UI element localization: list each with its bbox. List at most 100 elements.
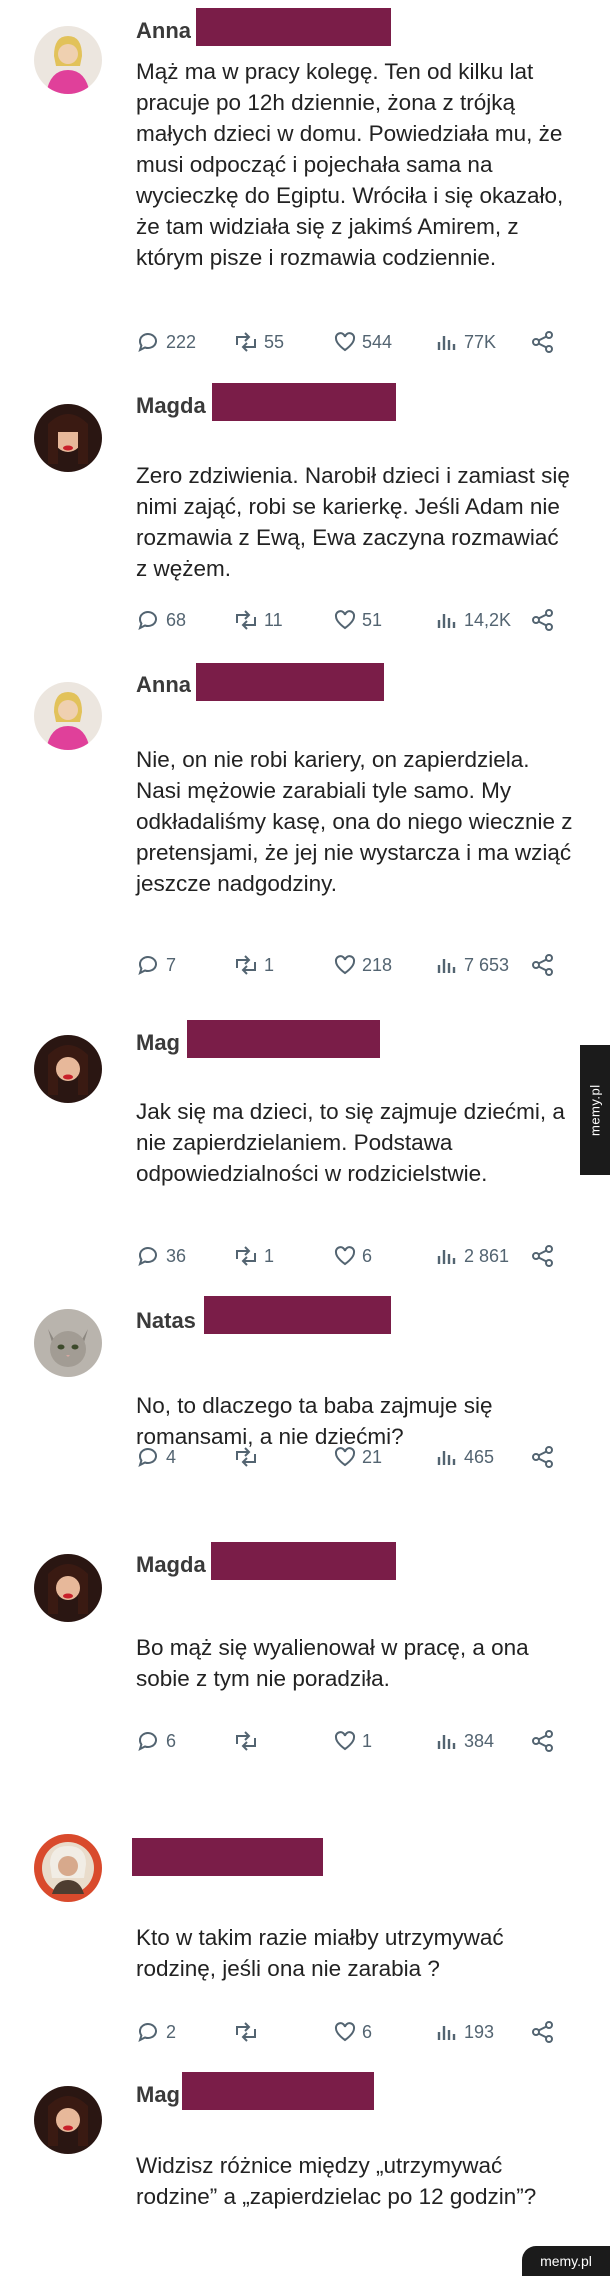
views-icon [434, 1244, 460, 1268]
post-text: Widzisz różnice między „utrzymywać rodzi… [136, 2153, 537, 2209]
reply-icon [136, 608, 162, 632]
author-name[interactable]: Anna [136, 672, 191, 698]
redaction-bar [212, 383, 396, 421]
share-button[interactable] [530, 1244, 556, 1268]
reply-button[interactable]: 68 [136, 608, 186, 632]
reply-count: 68 [166, 609, 187, 630]
avatar-anna[interactable] [34, 682, 102, 750]
share-button[interactable] [530, 2020, 556, 2044]
share-icon [530, 2020, 556, 2044]
avatar-portrait[interactable] [34, 1834, 102, 1902]
author-name[interactable]: Magda [136, 393, 206, 419]
reply-count: 222 [166, 331, 197, 352]
repost-button[interactable]: 1 [232, 1244, 274, 1268]
like-icon [332, 1729, 358, 1753]
reply-button[interactable]: 36 [136, 1244, 186, 1268]
post-actions: 6 1 384 [136, 1729, 566, 1757]
post-actions: 68 11 51 14,2K [136, 608, 566, 636]
like-button[interactable]: 21 [332, 1445, 382, 1469]
repost-icon [232, 330, 260, 354]
redaction-bar [196, 663, 384, 701]
post-text: Mąż ma w pracy kolegę. Ten od kilku lat … [136, 59, 564, 270]
avatar-anna[interactable] [34, 26, 102, 94]
post-actions: 222 55 544 77K [136, 330, 566, 358]
redaction-bar [182, 2072, 374, 2110]
reply-icon [136, 330, 162, 354]
reply-button[interactable]: 6 [136, 1729, 176, 1753]
avatar-mag[interactable] [34, 1035, 102, 1103]
repost-button[interactable] [232, 1445, 260, 1469]
repost-count: 1 [264, 954, 275, 975]
share-button[interactable] [530, 953, 556, 977]
views-count: 384 [464, 1730, 495, 1751]
share-button[interactable] [530, 330, 556, 354]
like-button[interactable]: 218 [332, 953, 392, 977]
repost-icon [232, 608, 260, 632]
views-icon [434, 1445, 460, 1469]
repost-icon [232, 1729, 260, 1753]
reply-button[interactable]: 4 [136, 1445, 176, 1469]
reply-button[interactable]: 7 [136, 953, 176, 977]
like-button[interactable]: 6 [332, 1244, 372, 1268]
redaction-bar [132, 1838, 323, 1876]
author-name[interactable]: Mag [136, 2082, 180, 2108]
like-button[interactable]: 1 [332, 1729, 372, 1753]
views-button[interactable]: 465 [434, 1445, 494, 1469]
avatar-magda[interactable] [34, 1554, 102, 1622]
repost-icon [232, 1244, 260, 1268]
like-icon [332, 1244, 358, 1268]
share-button[interactable] [530, 608, 556, 632]
like-count: 6 [362, 1245, 373, 1266]
like-button[interactable]: 6 [332, 2020, 372, 2044]
watermark-side: memy.pl [580, 1045, 610, 1175]
repost-button[interactable] [232, 1729, 260, 1753]
avatar-mag[interactable] [34, 2086, 102, 2154]
like-count: 218 [362, 954, 393, 975]
views-button[interactable]: 7 653 [434, 953, 509, 977]
views-count: 7 653 [464, 954, 510, 975]
views-button[interactable]: 384 [434, 1729, 494, 1753]
like-count: 1 [362, 1730, 373, 1751]
redaction-bar [196, 8, 391, 46]
like-count: 51 [362, 609, 383, 630]
reply-count: 36 [166, 1245, 187, 1266]
reply-icon [136, 2020, 162, 2044]
post-text: Zero zdziwienia. Narobił dzieci i zamias… [136, 463, 570, 581]
views-count: 77K [464, 331, 497, 352]
post-actions: 7 1 218 7 653 [136, 953, 566, 981]
redaction-bar [211, 1542, 396, 1580]
reply-button[interactable]: 2 [136, 2020, 176, 2044]
post-actions: 2 6 193 [136, 2020, 566, 2048]
share-button[interactable] [530, 1445, 556, 1469]
repost-button[interactable]: 11 [232, 608, 283, 632]
like-icon [332, 608, 358, 632]
share-icon [530, 1729, 556, 1753]
reply-icon [136, 953, 162, 977]
reply-button[interactable]: 222 [136, 330, 196, 354]
reply-icon [136, 1244, 162, 1268]
views-button[interactable]: 193 [434, 2020, 494, 2044]
author-name[interactable]: Magda [136, 1552, 206, 1578]
avatar-magda[interactable] [34, 404, 102, 472]
author-name[interactable]: Mag [136, 1030, 180, 1056]
repost-button[interactable]: 1 [232, 953, 274, 977]
author-name[interactable]: Anna [136, 18, 191, 44]
views-icon [434, 608, 460, 632]
like-button[interactable]: 51 [332, 608, 382, 632]
avatar-natas[interactable] [34, 1309, 102, 1377]
share-icon [530, 1445, 556, 1469]
repost-count: 1 [264, 1245, 275, 1266]
repost-button[interactable] [232, 2020, 260, 2044]
views-button[interactable]: 14,2K [434, 608, 511, 632]
repost-button[interactable]: 55 [232, 330, 284, 354]
like-button[interactable]: 544 [332, 330, 392, 354]
views-icon [434, 953, 460, 977]
post-text: Kto w takim razie miałby utrzymywać rodz… [136, 1925, 504, 1981]
views-button[interactable]: 77K [434, 330, 496, 354]
share-button[interactable] [530, 1729, 556, 1753]
views-button[interactable]: 2 861 [434, 1244, 509, 1268]
post-actions: 36 1 6 2 861 [136, 1244, 566, 1272]
post-text: Bo mąż się wyalienował w pracę, a ona so… [136, 1635, 529, 1691]
author-name[interactable]: Natas [136, 1308, 196, 1334]
repost-icon [232, 2020, 260, 2044]
